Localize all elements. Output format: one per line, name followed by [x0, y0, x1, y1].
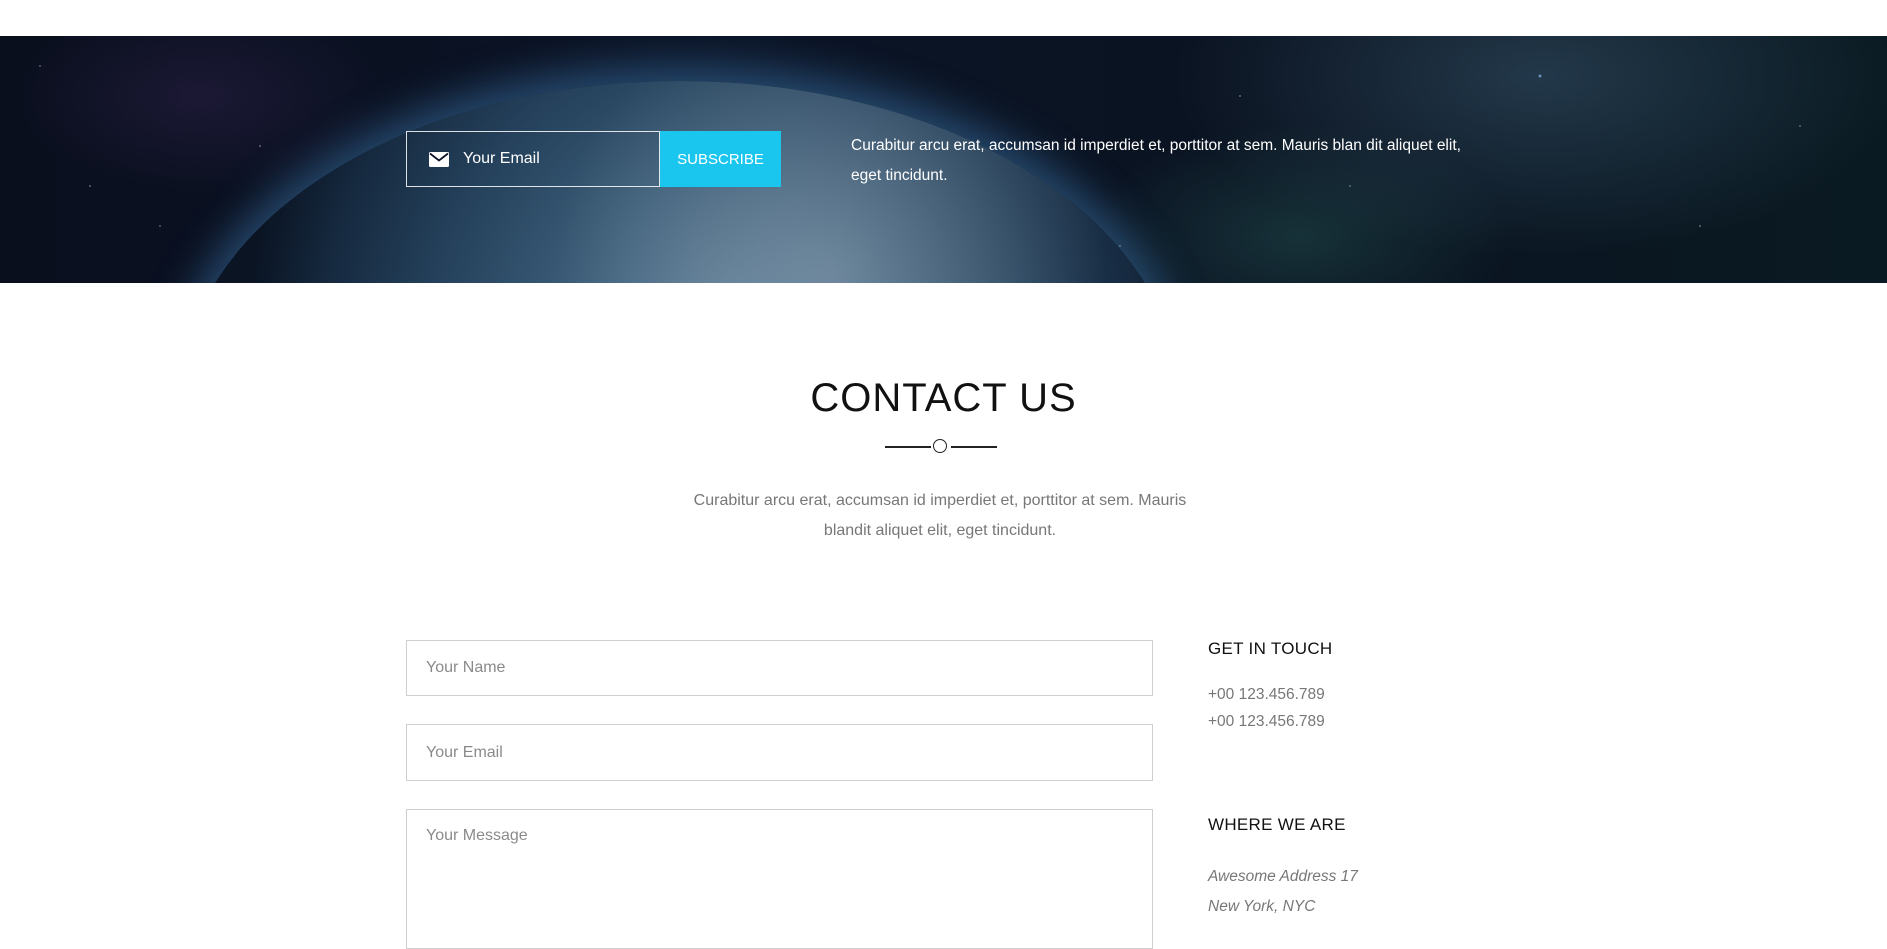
address-line: Awesome Address 17 — [1208, 868, 1358, 885]
where-we-are-heading: WHERE WE ARE — [1208, 815, 1346, 834]
divider-line-right — [951, 446, 997, 448]
email-field[interactable] — [406, 724, 1153, 781]
subscribe-form: SUBSCRIBE — [406, 131, 781, 187]
address-line: New York, NYC — [1208, 898, 1316, 915]
get-in-touch-heading: GET IN TOUCH — [1208, 639, 1333, 658]
top-spacer — [0, 0, 1887, 36]
phone-number: +00 123.456.789 — [1208, 686, 1325, 703]
contact-intro: Curabitur arcu erat, accumsan id imperdi… — [693, 492, 1187, 539]
newsletter-email-box[interactable] — [406, 131, 660, 187]
contact-title: CONTACT US — [810, 376, 1077, 420]
newsletter-band: SUBSCRIBE Curabitur arcu erat, accumsan … — [0, 36, 1887, 283]
subscribe-button[interactable]: SUBSCRIBE — [660, 131, 781, 187]
message-field[interactable] — [406, 809, 1153, 949]
newsletter-email-input[interactable] — [463, 150, 633, 168]
name-field[interactable] — [406, 640, 1153, 696]
envelope-icon — [429, 151, 449, 167]
divider-circle-icon — [933, 439, 947, 453]
title-divider — [885, 438, 997, 456]
newsletter-description: Curabitur arcu erat, accumsan id imperdi… — [851, 137, 1461, 184]
phone-number: +00 123.456.789 — [1208, 713, 1325, 730]
divider-line-left — [885, 446, 931, 448]
